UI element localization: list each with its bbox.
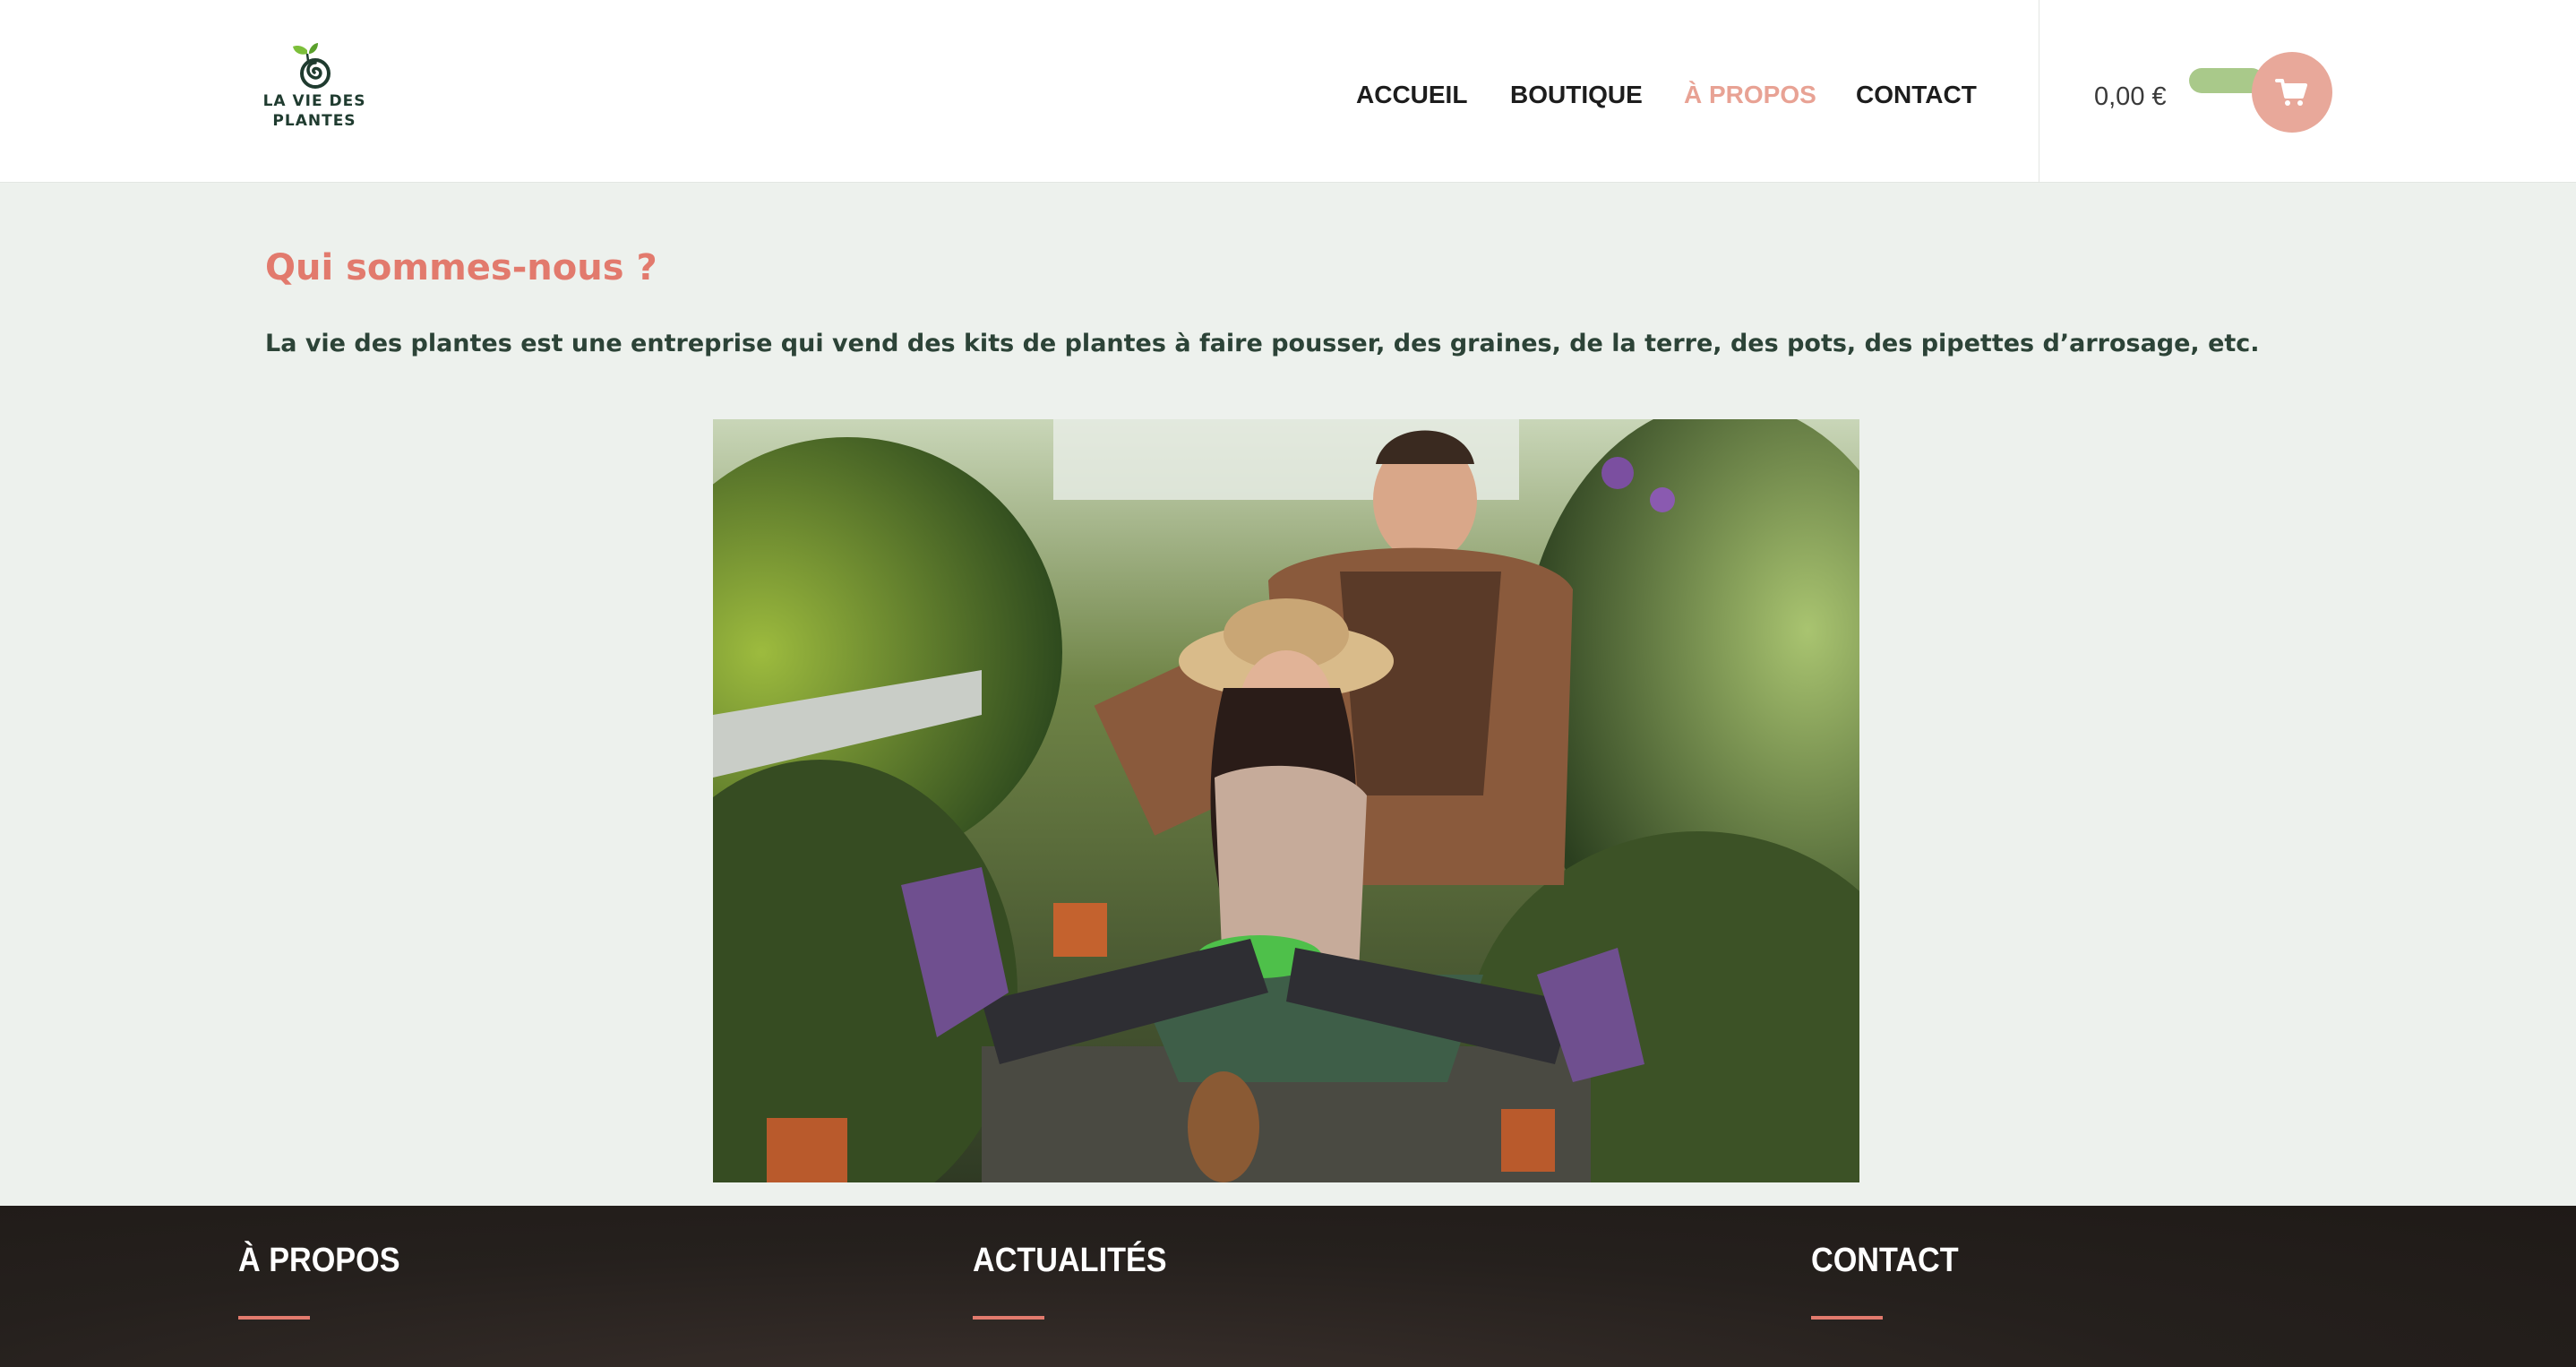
nav-item-boutique[interactable]: BOUTIQUE — [1510, 81, 1643, 109]
team-photo — [713, 419, 1859, 1182]
footer-title-actualites: ACTUALITÉS — [973, 1242, 1167, 1279]
nav-item-accueil[interactable]: ACCUEIL — [1356, 81, 1467, 109]
footer-underline — [238, 1316, 310, 1320]
sprout-logo-icon — [293, 43, 331, 89]
footer-underline — [1811, 1316, 1883, 1320]
cart-total[interactable]: 0,00 € — [2094, 82, 2167, 112]
footer-column-a-propos: À PROPOS — [238, 1242, 418, 1320]
footer-title-contact: CONTACT — [1811, 1242, 1959, 1279]
logo-text-line2: PLANTES — [272, 112, 356, 130]
footer-underline — [973, 1316, 1044, 1320]
nav-item-a-propos[interactable]: À PROPOS — [1684, 81, 1816, 109]
nav-item-contact[interactable]: CONTACT — [1856, 81, 1977, 109]
site-header: LA VIE DES PLANTES ACCUEIL BOUTIQUE À PR… — [0, 0, 2576, 183]
cart-button[interactable] — [2252, 52, 2332, 133]
intro-paragraph: La vie des plantes est une entreprise qu… — [265, 330, 2260, 357]
cart-icon — [2275, 79, 2307, 106]
footer-column-actualites: ACTUALITÉS — [973, 1242, 1189, 1320]
page-title: Qui sommes-nous ? — [265, 247, 657, 288]
site-footer: À PROPOS ACTUALITÉS CONTACT — [0, 1206, 2576, 1367]
footer-title-a-propos: À PROPOS — [238, 1242, 400, 1279]
site-logo[interactable]: LA VIE DES PLANTES — [262, 41, 366, 142]
logo-text-line1: LA VIE DES — [262, 92, 366, 110]
footer-column-contact: CONTACT — [1811, 1242, 1975, 1320]
